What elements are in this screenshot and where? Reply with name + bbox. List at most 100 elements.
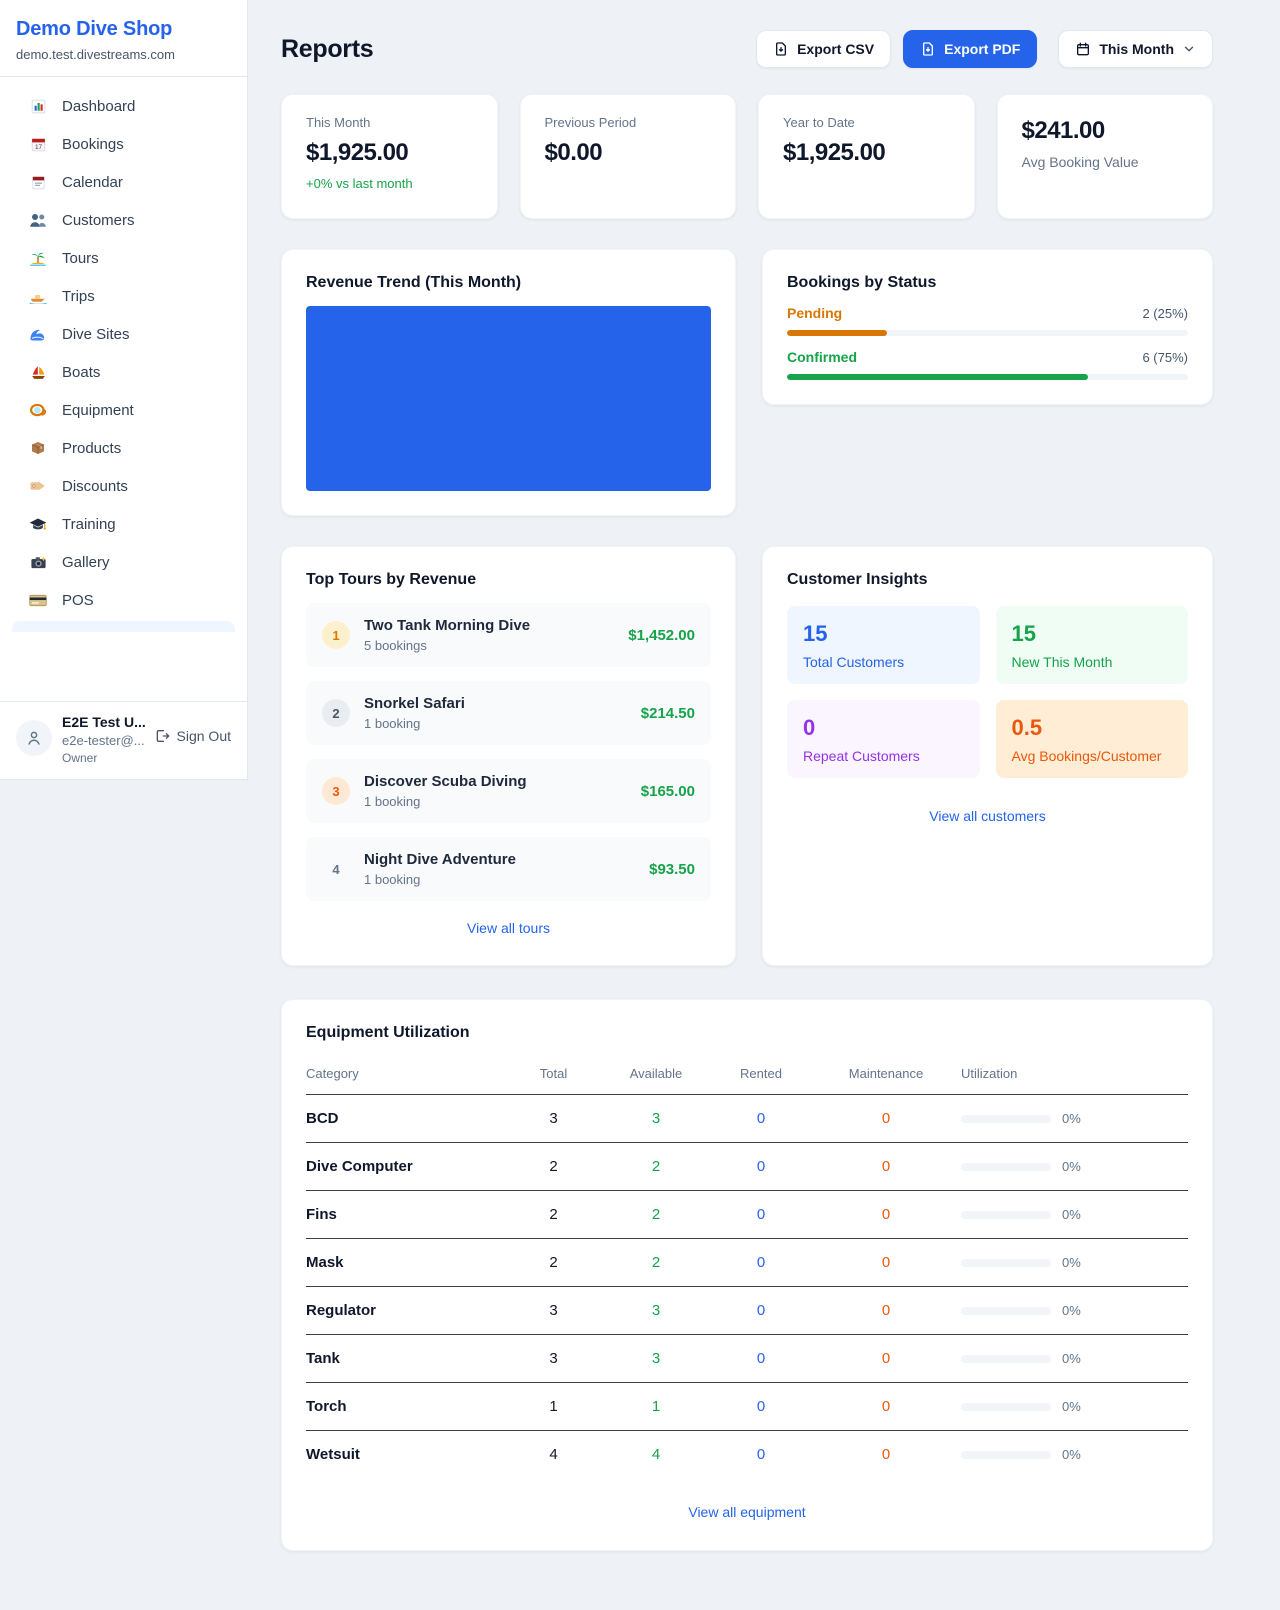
equipment-category: Regulator: [306, 1287, 506, 1335]
equipment-row: Dive Computer22000%: [306, 1143, 1188, 1191]
sidebar-item-equipment[interactable]: Equipment: [12, 391, 235, 429]
export-pdf-button[interactable]: Export PDF: [903, 30, 1037, 68]
status-count: 2 (25%): [1142, 306, 1188, 321]
sidebar-active-item-partial[interactable]: [12, 621, 235, 632]
sidebar-item-pos[interactable]: POS: [12, 581, 235, 619]
status-count: 6 (75%): [1142, 350, 1188, 365]
view-all-tours-link[interactable]: View all tours: [306, 920, 711, 936]
sidebar-item-customers[interactable]: Customers: [12, 201, 235, 239]
sidebar-item-label: Tours: [62, 250, 99, 267]
tour-name: Night Dive Adventure: [364, 851, 635, 868]
equipment-maintenance: 0: [811, 1143, 961, 1191]
export-pdf-label: Export PDF: [944, 41, 1020, 57]
status-progress-track: [787, 374, 1188, 380]
tour-list-item[interactable]: 3 Discover Scuba Diving 1 booking $165.0…: [306, 759, 711, 823]
equipment-available: 4: [601, 1431, 711, 1479]
status-progress-fill: [787, 374, 1088, 380]
tour-bookings-count: 5 bookings: [364, 638, 614, 653]
stat-delta: +0% vs last month: [306, 176, 473, 191]
sidebar-item-label: Gallery: [62, 554, 110, 571]
tour-list-item[interactable]: 4 Night Dive Adventure 1 booking $93.50: [306, 837, 711, 901]
utilization-bar: [961, 1451, 1051, 1459]
equipment-category: BCD: [306, 1095, 506, 1143]
sidebar-item-label: Boats: [62, 364, 100, 381]
equipment-row: Tank33000%: [306, 1335, 1188, 1383]
equipment-table-header-row: CategoryTotalAvailableRentedMaintenanceU…: [306, 1056, 1188, 1095]
sidebar-item-calendar[interactable]: Calendar: [12, 163, 235, 201]
insight-tile: 15 Total Customers: [787, 606, 980, 684]
equipment-available: 3: [601, 1095, 711, 1143]
utilization-percent: 0%: [1062, 1351, 1081, 1366]
stat-value: $1,925.00: [306, 139, 473, 167]
sidebar-item-gallery[interactable]: Gallery: [12, 543, 235, 581]
svg-text:17: 17: [34, 143, 42, 150]
sidebar-item-dashboard[interactable]: Dashboard: [12, 87, 235, 125]
equipment-maintenance: 0: [811, 1431, 961, 1479]
sidebar-item-trips[interactable]: Trips: [12, 277, 235, 315]
equipment-rented: 0: [711, 1335, 811, 1383]
file-download-icon: [920, 41, 936, 57]
equipment-available: 1: [601, 1383, 711, 1431]
equipment-total: 3: [506, 1287, 601, 1335]
bookings-by-status-title: Bookings by Status: [787, 274, 1188, 292]
equipment-row: Torch11000%: [306, 1383, 1188, 1431]
period-label: This Month: [1099, 41, 1174, 57]
rank-badge: 3: [322, 777, 350, 805]
tour-revenue: $165.00: [641, 783, 695, 800]
top-tours-title: Top Tours by Revenue: [306, 571, 711, 589]
equipment-available: 3: [601, 1335, 711, 1383]
insight-tile: 0.5 Avg Bookings/Customer: [996, 700, 1189, 778]
customer-insights-title: Customer Insights: [787, 571, 1188, 589]
people-icon: [28, 211, 48, 229]
equipment-column-header: Category: [306, 1056, 506, 1095]
tour-name: Discover Scuba Diving: [364, 773, 627, 790]
brand: Demo Dive Shop demo.test.divestreams.com: [0, 0, 247, 77]
tour-list-item[interactable]: 2 Snorkel Safari 1 booking $214.50: [306, 681, 711, 745]
equipment-category: Wetsuit: [306, 1431, 506, 1479]
utilization-percent: 0%: [1062, 1207, 1081, 1222]
export-csv-button[interactable]: Export CSV: [756, 30, 891, 68]
equipment-rented: 0: [711, 1431, 811, 1479]
sidebar-item-label: POS: [62, 592, 94, 609]
equipment-utilization-card: Equipment Utilization CategoryTotalAvail…: [281, 999, 1213, 1551]
stat-cards-row: This Month $1,925.00 +0% vs last month P…: [281, 94, 1213, 219]
sidebar-item-discounts[interactable]: Discounts: [12, 467, 235, 505]
sidebar-item-boats[interactable]: Boats: [12, 353, 235, 391]
utilization-percent: 0%: [1062, 1255, 1081, 1270]
tour-list-item[interactable]: 1 Two Tank Morning Dive 5 bookings $1,45…: [306, 603, 711, 667]
utilization-percent: 0%: [1062, 1303, 1081, 1318]
sidebar-item-tours[interactable]: Tours: [12, 239, 235, 277]
equipment-row: Mask22000%: [306, 1239, 1188, 1287]
equipment-total: 3: [506, 1095, 601, 1143]
tour-list: 1 Two Tank Morning Dive 5 bookings $1,45…: [306, 603, 711, 901]
stat-value: $1,925.00: [783, 139, 950, 167]
equipment-maintenance: 0: [811, 1335, 961, 1383]
insight-value: 15: [803, 621, 964, 647]
revenue-trend-chart: [306, 306, 711, 491]
view-all-customers-link[interactable]: View all customers: [787, 808, 1188, 824]
sidebar-item-products[interactable]: Products: [12, 429, 235, 467]
dive-mask-icon: [28, 401, 48, 419]
brand-domain: demo.test.divestreams.com: [16, 47, 231, 62]
stat-value: $241.00: [1022, 117, 1189, 145]
equipment-column-header: Utilization: [961, 1056, 1188, 1095]
main-content: Reports Export CSV Export PDF: [248, 0, 1280, 1591]
user-meta: E2E Test U... e2e-tester@... Owner: [62, 714, 144, 765]
utilization-bar: [961, 1259, 1051, 1267]
camera-icon: [28, 553, 48, 571]
sign-out-button[interactable]: Sign Out: [154, 728, 231, 744]
tour-revenue: $93.50: [649, 861, 695, 878]
sidebar-item-bookings[interactable]: 17 Bookings: [12, 125, 235, 163]
status-rows: Pending 2 (25%) Confirmed 6 (75%): [787, 305, 1188, 380]
period-select-button[interactable]: This Month: [1058, 30, 1213, 68]
sidebar-user-footer: E2E Test U... e2e-tester@... Owner Sign …: [0, 701, 247, 779]
stat-card: $241.00Avg Booking Value: [997, 94, 1214, 219]
view-all-equipment-link[interactable]: View all equipment: [306, 1504, 1188, 1520]
equipment-row: Fins22000%: [306, 1191, 1188, 1239]
equipment-rented: 0: [711, 1191, 811, 1239]
equipment-rented: 0: [711, 1383, 811, 1431]
sidebar-item-dive-sites[interactable]: Dive Sites: [12, 315, 235, 353]
sidebar-item-training[interactable]: Training: [12, 505, 235, 543]
sidebar-item-label: Equipment: [62, 402, 134, 419]
header-actions: Export CSV Export PDF This Month: [756, 30, 1213, 68]
